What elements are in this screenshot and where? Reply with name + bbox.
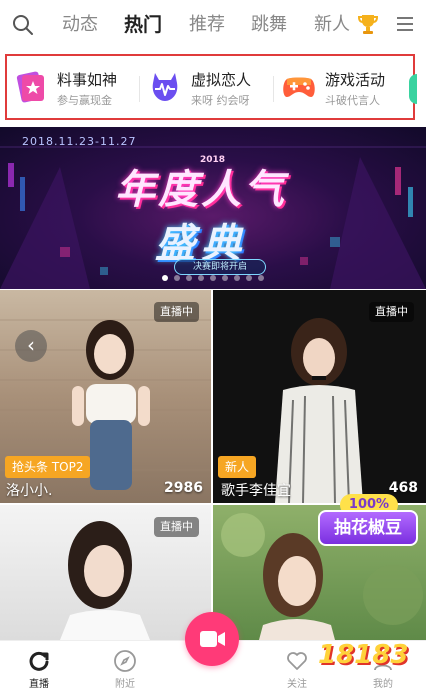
tab-remen[interactable]: 热门 bbox=[124, 13, 162, 37]
streamer-name: 洛小小. bbox=[6, 483, 53, 499]
menu-icon[interactable] bbox=[396, 15, 414, 33]
top-nav: 动态 热门 推荐 跳舞 新人 bbox=[0, 0, 426, 50]
live-badge: 直播中 bbox=[154, 302, 199, 322]
carousel-dot[interactable] bbox=[234, 275, 240, 281]
divider bbox=[139, 76, 140, 102]
tab-guanzhu[interactable]: 关注 bbox=[272, 649, 322, 690]
live-badge: 直播中 bbox=[369, 302, 414, 322]
carousel-dot[interactable] bbox=[174, 275, 180, 281]
tab-label: 关注 bbox=[287, 679, 307, 690]
event-banner[interactable]: 2018.11.23-11.27 2018 年度人气 盛典 决赛即将开启 bbox=[0, 127, 426, 289]
next-shortcut-peek bbox=[409, 74, 417, 104]
compass-icon bbox=[114, 650, 136, 672]
tab-zhibo[interactable]: 直播 bbox=[14, 649, 64, 690]
carousel-dot[interactable] bbox=[162, 275, 168, 281]
shortcut-subtitle: 参与赢现金 bbox=[57, 94, 112, 107]
carousel-dot[interactable] bbox=[210, 275, 216, 281]
refresh-icon bbox=[29, 651, 49, 671]
viewer-count: 2986 bbox=[164, 480, 203, 496]
carousel-dot[interactable] bbox=[246, 275, 252, 281]
heart-icon bbox=[287, 652, 307, 670]
chevron-left-icon[interactable]: ‹ bbox=[15, 330, 47, 362]
stream-card[interactable]: 直播中 抢头条 TOP2 洛小小. 2986 bbox=[0, 290, 211, 503]
tab-label: 直播 bbox=[29, 679, 49, 690]
stream-card[interactable]: 直播中 新人 歌手李佳宜 468 bbox=[213, 290, 426, 503]
streamer-name: 歌手李佳宜 bbox=[221, 483, 291, 499]
shortcut-subtitle: 来呀 约会呀 bbox=[191, 94, 250, 107]
divider bbox=[273, 76, 274, 102]
shortcut-title: 料事如神 bbox=[57, 71, 118, 89]
activity-shortcuts: 料事如神 参与赢现金 虚拟恋人 来呀 约会呀 游戏活动 斗破代言人 bbox=[5, 54, 417, 120]
heart-wave-icon bbox=[152, 73, 178, 101]
stream-card[interactable]: 直播中 bbox=[0, 505, 211, 640]
tab-xinren[interactable]: 新人 bbox=[314, 13, 350, 37]
tab-tuijian[interactable]: 推荐 bbox=[189, 13, 225, 37]
promo-badge[interactable]: 100% 抽花椒豆 bbox=[318, 494, 418, 552]
live-badge: 直播中 bbox=[154, 517, 199, 537]
carousel-dot[interactable] bbox=[186, 275, 192, 281]
shortcut-xunilianren[interactable]: 虚拟恋人 来呀 约会呀 bbox=[147, 67, 271, 111]
tab-dongtai[interactable]: 动态 bbox=[62, 13, 98, 37]
shortcut-title: 虚拟恋人 bbox=[191, 71, 252, 89]
trophy-icon[interactable] bbox=[357, 12, 379, 36]
promo-label: 抽花椒豆 bbox=[318, 510, 418, 546]
shortcut-subtitle: 斗破代言人 bbox=[325, 94, 380, 107]
shortcut-liaoshirushen[interactable]: 料事如神 参与赢现金 bbox=[13, 67, 137, 111]
tab-label: 我的 bbox=[373, 679, 393, 690]
shortcut-youxihuodong[interactable]: 游戏活动 斗破代言人 bbox=[281, 67, 405, 111]
banner-date: 2018.11.23-11.27 bbox=[22, 135, 137, 148]
banner-pill: 决赛即将开启 bbox=[174, 259, 266, 275]
carousel-dot[interactable] bbox=[198, 275, 204, 281]
rank-tag: 新人 bbox=[218, 456, 257, 478]
carousel-dot[interactable] bbox=[258, 275, 264, 281]
watermark-logo: 18183 bbox=[318, 640, 409, 670]
go-live-button[interactable] bbox=[185, 612, 239, 666]
tab-tiaowu[interactable]: 跳舞 bbox=[251, 13, 287, 37]
carousel-dots bbox=[0, 275, 426, 281]
star-card-icon bbox=[13, 69, 49, 105]
carousel-dot[interactable] bbox=[222, 275, 228, 281]
shortcut-title: 游戏活动 bbox=[325, 71, 386, 89]
banner-title-line1: 年度人气 bbox=[115, 167, 287, 213]
tab-fujin[interactable]: 附近 bbox=[100, 649, 150, 690]
camera-icon bbox=[200, 631, 225, 647]
rank-tag: 抢头条 TOP2 bbox=[5, 456, 91, 478]
tab-label: 附近 bbox=[115, 679, 135, 690]
gamepad-icon bbox=[283, 77, 315, 97]
search-icon[interactable] bbox=[12, 14, 34, 36]
